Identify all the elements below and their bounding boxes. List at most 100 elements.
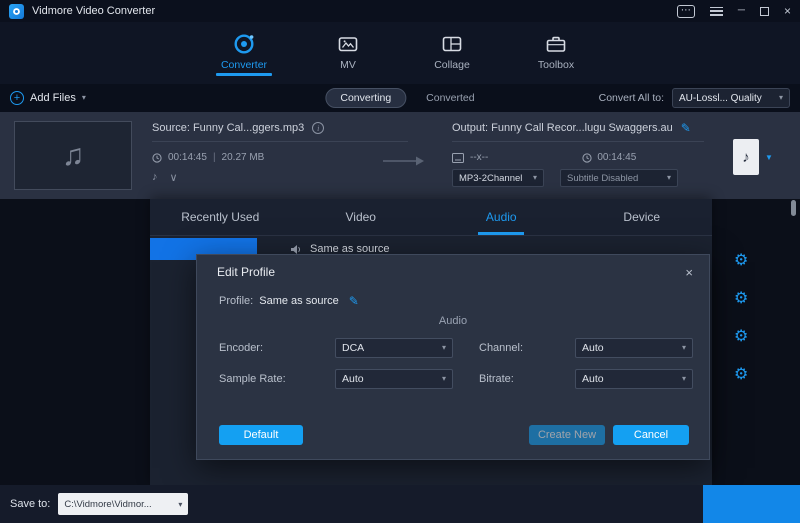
audio-track-icon[interactable]: ♪ xyxy=(152,171,158,184)
tab-collage[interactable]: Collage xyxy=(421,22,483,84)
active-tab-underline xyxy=(478,232,524,235)
separator: | xyxy=(213,152,216,163)
output-duration: 00:14:45 xyxy=(597,152,636,163)
bitrate-value: Auto xyxy=(582,373,604,385)
default-button[interactable]: Default xyxy=(219,425,303,445)
music-note-icon: ♫ xyxy=(62,139,85,173)
tab-toolbox[interactable]: Toolbox xyxy=(525,22,587,84)
title-bar: Vidmore Video Converter ⋯ ─ × xyxy=(0,0,800,22)
file-thumbnail: ♫ xyxy=(14,121,132,190)
convert-all-to-label: Convert All to: xyxy=(599,92,664,104)
format-select-triangle-icon[interactable]: ▼ xyxy=(765,153,773,162)
save-path-value: C:\Vidmore\Vidmor... xyxy=(64,499,174,510)
save-to-label: Save to: xyxy=(10,498,50,510)
add-files-button[interactable]: + Add Files ▾ xyxy=(10,91,86,105)
profile-value: Same as source xyxy=(259,295,338,307)
tab-collage-label: Collage xyxy=(434,59,470,71)
edit-pencil-icon[interactable]: ✎ xyxy=(681,122,691,134)
profile-tab-video[interactable]: Video xyxy=(291,199,432,235)
create-new-button[interactable]: Create New xyxy=(529,425,605,445)
arrow-right-icon xyxy=(383,154,425,172)
tab-mv-label: MV xyxy=(340,59,356,71)
window-controls: ⋯ ─ × xyxy=(677,5,791,18)
source-file-name: Source: Funny Cal...ggers.mp3 xyxy=(152,122,304,134)
minimize-button[interactable]: ─ xyxy=(738,6,745,16)
settings-gear-icon[interactable]: ⚙ xyxy=(734,290,748,307)
profile-tab-audio[interactable]: Audio xyxy=(431,199,572,235)
profile-tab-label: Recently Used xyxy=(181,210,259,224)
tab-converting[interactable]: Converting xyxy=(325,88,406,108)
caret-down-icon: ▾ xyxy=(442,344,446,352)
scrollbar-thumb[interactable] xyxy=(791,200,796,216)
app-title: Vidmore Video Converter xyxy=(32,5,155,17)
save-path-input[interactable]: C:\Vidmore\Vidmor... ▾ xyxy=(58,493,188,515)
rename-profile-icon[interactable]: ✎ xyxy=(349,295,359,307)
source-info: Source: Funny Cal...ggers.mp3 i 00:14:45… xyxy=(152,122,408,184)
collage-icon xyxy=(441,31,463,57)
bitrate-select[interactable]: Auto ▾ xyxy=(575,369,693,389)
resolution-value: --x-- xyxy=(470,152,488,163)
tab-converter[interactable]: Converter xyxy=(213,22,275,84)
add-files-label: Add Files xyxy=(30,92,76,104)
tab-converted[interactable]: Converted xyxy=(426,92,474,104)
close-button[interactable]: × xyxy=(784,5,791,17)
output-format-dropdown[interactable]: MP3-2Channel ▾ xyxy=(452,169,544,187)
note-icon: ♪ xyxy=(742,149,750,166)
subtitle-dropdown[interactable]: Subtitle Disabled ▾ xyxy=(560,169,678,187)
dialog-title: Edit Profile xyxy=(217,265,275,279)
profile-tab-recently-used[interactable]: Recently Used xyxy=(150,199,291,235)
maximize-button[interactable] xyxy=(760,7,769,16)
clock-icon xyxy=(582,153,592,163)
encoder-value: DCA xyxy=(342,342,364,354)
format-settings-column: ⚙ ⚙ ⚙ ⚙ xyxy=(734,252,748,383)
plus-icon: + xyxy=(10,91,24,105)
sample-rate-select[interactable]: Auto ▾ xyxy=(335,369,453,389)
profile-tabs: Recently Used Video Audio Device xyxy=(150,199,712,236)
tab-mv[interactable]: MV xyxy=(317,22,379,84)
channel-value: Auto xyxy=(582,342,604,354)
profile-tab-device[interactable]: Device xyxy=(572,199,713,235)
convert-all-value: AU-Lossl... Quality xyxy=(679,93,762,104)
bottom-bar: Save to: C:\Vidmore\Vidmor... ▾ xyxy=(0,485,800,523)
profile-tab-label: Video xyxy=(346,210,376,224)
output-file-name: Output: Funny Call Recor...lugu Swaggers… xyxy=(452,122,673,134)
channel-select[interactable]: Auto ▾ xyxy=(575,338,693,358)
feedback-icon[interactable]: ⋯ xyxy=(677,5,695,18)
queue-tabs: Converting Converted xyxy=(325,88,474,108)
profile-tab-label: Device xyxy=(623,210,660,224)
convert-all-button[interactable] xyxy=(703,485,800,523)
output-info: Output: Funny Call Recor...lugu Swaggers… xyxy=(452,122,704,187)
encoder-select[interactable]: DCA ▾ xyxy=(335,338,453,358)
sample-rate-value: Auto xyxy=(342,373,364,385)
tab-toolbox-label: Toolbox xyxy=(538,59,574,71)
settings-gear-icon[interactable]: ⚙ xyxy=(734,252,748,269)
dialog-close-icon[interactable]: × xyxy=(685,266,693,279)
caret-down-icon: ▾ xyxy=(667,174,671,182)
profile-tab-label: Audio xyxy=(486,210,517,224)
file-row[interactable]: ♫ Source: Funny Cal...ggers.mp3 i 00:14:… xyxy=(0,112,800,199)
section-label: Audio xyxy=(197,315,709,327)
divider xyxy=(152,141,408,142)
caret-down-icon: ▾ xyxy=(178,500,182,509)
cancel-button[interactable]: Cancel xyxy=(613,425,689,445)
settings-gear-icon[interactable]: ⚙ xyxy=(734,366,748,383)
settings-gear-icon[interactable]: ⚙ xyxy=(734,328,748,345)
channel-label: Channel: xyxy=(479,342,575,354)
tab-converter-label: Converter xyxy=(221,59,267,71)
caret-down-icon: ▾ xyxy=(533,174,537,182)
divider xyxy=(452,141,704,142)
menu-icon[interactable] xyxy=(710,7,723,16)
main-nav: Converter MV Collage xyxy=(0,22,800,84)
chevron-down-icon[interactable]: ∨ xyxy=(170,171,178,184)
convert-all-dropdown[interactable]: AU-Lossl... Quality ▾ xyxy=(672,88,790,108)
output-file-type-icon[interactable]: ♪ xyxy=(733,139,759,175)
clock-icon xyxy=(152,153,162,163)
info-icon[interactable]: i xyxy=(312,122,324,134)
app-logo-icon xyxy=(9,4,24,19)
resolution-icon xyxy=(452,153,464,163)
bitrate-label: Bitrate: xyxy=(479,373,575,385)
encoder-label: Encoder: xyxy=(219,342,335,354)
speaker-icon xyxy=(290,244,302,255)
caret-down-icon: ▾ xyxy=(779,94,783,102)
profile-label: Profile: xyxy=(219,295,253,307)
